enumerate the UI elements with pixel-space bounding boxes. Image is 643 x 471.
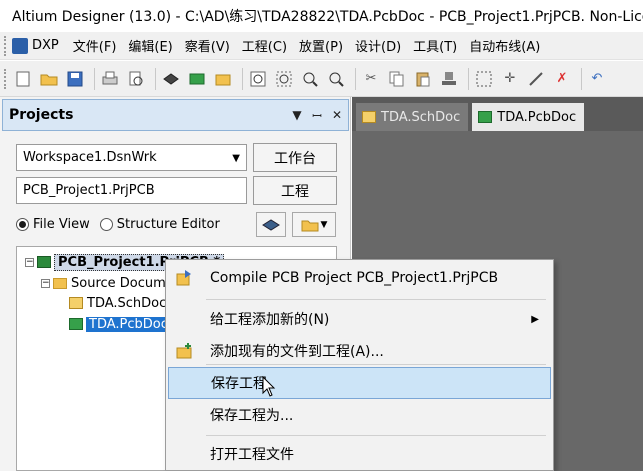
collapse-icon[interactable]: −: [25, 257, 34, 267]
menu-place[interactable]: 放置(P): [299, 36, 343, 55]
workspace-combo[interactable]: Workspace1.DsnWrk ▼: [16, 144, 247, 171]
workspace-button[interactable]: 工作台: [253, 143, 337, 172]
save-icon[interactable]: [64, 68, 86, 90]
radio-file-view-label[interactable]: File View: [33, 217, 90, 232]
menubar-grip[interactable]: [4, 35, 8, 56]
document-tabs: TDA.SchDoc TDA.PcbDoc: [352, 97, 643, 131]
title-bar: Altium Designer (13.0) - C:\AD\练习\TDA288…: [0, 0, 643, 32]
add-existing-icon: [176, 343, 192, 359]
clear-icon[interactable]: ✗: [551, 68, 573, 90]
tab-schdoc[interactable]: TDA.SchDoc: [356, 103, 469, 131]
toolbar-separator: [468, 67, 469, 90]
panel-title: Projects: [9, 107, 74, 123]
standard-toolbar: ✂ ✛ ✗ ↶: [0, 61, 643, 97]
menu-separator: [206, 299, 546, 300]
copy-icon[interactable]: [386, 68, 408, 90]
zoom-area-icon[interactable]: [273, 68, 295, 90]
menu-item-add-existing[interactable]: 添加现有的文件到工程(A)...: [168, 335, 551, 367]
toolbar-separator: [155, 67, 156, 90]
schematic-doc-icon: [362, 111, 376, 123]
menu-separator: [206, 364, 546, 365]
menu-item-compile[interactable]: Compile PCB Project PCB_Project1.PrjPCB: [168, 262, 551, 294]
open-folder-icon: [301, 220, 319, 231]
new-icon[interactable]: [12, 68, 34, 90]
menu-project[interactable]: 工程(C): [242, 36, 287, 55]
menu-dxp[interactable]: DXP: [12, 37, 59, 54]
pcb-doc-icon: [478, 111, 493, 123]
zoom-filtered-icon[interactable]: [325, 68, 347, 90]
tree-file-label: TDA.PcbDoc: [86, 316, 171, 332]
tree-file-label: TDA.SchDoc: [87, 295, 167, 311]
pcb-project-icon: [37, 256, 51, 268]
toolbar-grip[interactable]: [4, 68, 8, 89]
radio-file-view[interactable]: [16, 218, 29, 231]
menu-item-save-project-as[interactable]: 保存工程为...: [168, 399, 551, 431]
open-document-dropdown[interactable]: ▼: [292, 212, 336, 237]
radio-structure-editor[interactable]: [99, 218, 113, 231]
project-field[interactable]: PCB_Project1.PrjPCB: [16, 177, 247, 204]
compile-icon: [176, 270, 191, 286]
tree-node-pcbdoc[interactable]: TDA.PcbDoc: [69, 315, 171, 333]
zoom-fit-icon[interactable]: [247, 68, 269, 90]
menu-item-add-new[interactable]: 给工程添加新的(N) ▶: [168, 303, 551, 335]
print-preview-icon[interactable]: [125, 68, 147, 90]
project-field-value: PCB_Project1.PrjPCB: [23, 183, 155, 198]
menu-edit[interactable]: 编辑(E): [128, 36, 172, 55]
menu-view[interactable]: 察看(V): [185, 36, 230, 55]
menu-tools[interactable]: 工具(T): [413, 36, 457, 55]
zoom-selected-icon[interactable]: [299, 68, 321, 90]
pcb-doc-icon: [69, 318, 83, 330]
context-menu: Compile PCB Project PCB_Project1.PrjPCB …: [165, 259, 554, 471]
move-icon[interactable]: ✛: [499, 68, 521, 90]
component-icon[interactable]: [186, 68, 208, 90]
project-button[interactable]: 工程: [253, 176, 337, 205]
workspace-combo-value: Workspace1.DsnWrk: [23, 150, 157, 165]
chevron-down-icon: ▼: [320, 219, 328, 230]
panel-header: Projects ▼ ꟷ ✕: [2, 99, 349, 131]
print-icon[interactable]: [99, 68, 121, 90]
submenu-arrow-icon: ▶: [531, 313, 539, 325]
menu-bar: DXP 文件(F) 编辑(E) 察看(V) 工程(C) 放置(P) 设计(D) …: [0, 32, 643, 60]
open-icon[interactable]: [38, 68, 60, 90]
cut-icon[interactable]: ✂: [360, 68, 382, 90]
menu-item-save-project[interactable]: 保存工程: [168, 367, 551, 399]
menu-item-open-project-file[interactable]: 打开工程文件: [168, 438, 551, 470]
menu-separator: [206, 435, 546, 436]
mouse-cursor-icon: [262, 376, 276, 397]
rubber-stamp-icon[interactable]: [438, 68, 460, 90]
toolbar-separator: [242, 67, 243, 90]
dxp-icon: [12, 37, 28, 54]
toolbar-separator: [355, 67, 356, 90]
cross-probe-icon[interactable]: [525, 68, 547, 90]
radio-structure-editor-label[interactable]: Structure Editor: [117, 217, 220, 232]
tree-node-schdoc[interactable]: TDA.SchDoc: [69, 294, 166, 312]
view-radio-group: File View Structure Editor: [16, 217, 220, 232]
chevron-down-icon: ▼: [232, 153, 240, 164]
layers-icon: [262, 218, 280, 231]
toolbar-separator: [581, 67, 582, 90]
toolbar-separator: [94, 67, 95, 90]
menu-file[interactable]: 文件(F): [73, 36, 117, 55]
tab-pcbdoc[interactable]: TDA.PcbDoc: [472, 103, 585, 131]
folder-icon: [53, 277, 67, 289]
panel-menu-icon[interactable]: ▼: [288, 108, 306, 122]
collapse-icon[interactable]: −: [41, 278, 50, 288]
radio-dot: [19, 221, 26, 228]
menu-autoroute[interactable]: 自动布线(A): [469, 36, 540, 55]
select-area-icon[interactable]: [473, 68, 495, 90]
window-title: Altium Designer (13.0) - C:\AD\练习\TDA288…: [12, 9, 643, 25]
undo-icon[interactable]: ↶: [586, 68, 608, 90]
close-icon[interactable]: ✕: [328, 108, 346, 122]
layers-icon[interactable]: [160, 68, 182, 90]
project-options-button[interactable]: [256, 212, 286, 237]
folder-icon[interactable]: [212, 68, 234, 90]
pin-icon[interactable]: ꟷ: [308, 107, 326, 124]
paste-icon[interactable]: [412, 68, 434, 90]
menu-design[interactable]: 设计(D): [355, 36, 401, 55]
schematic-doc-icon: [69, 297, 83, 309]
